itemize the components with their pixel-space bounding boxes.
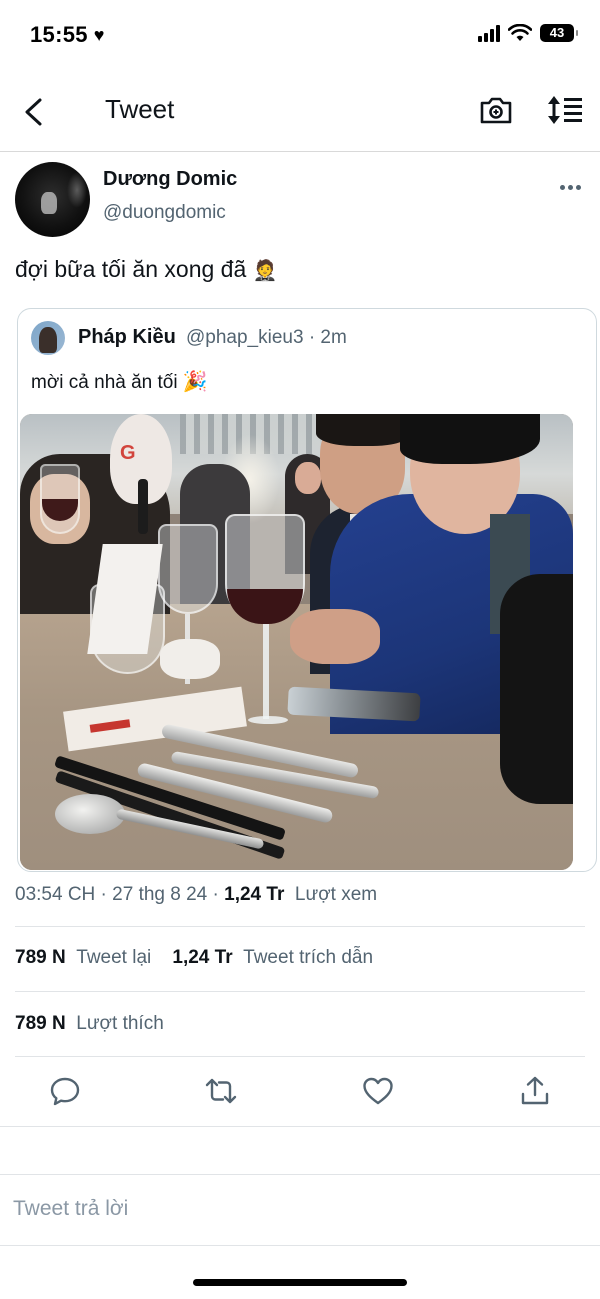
- tweet-timestamp: 03:54 CH · 27 thg 8 24 ·: [15, 884, 225, 905]
- quoted-tweet-photo[interactable]: G: [20, 414, 573, 870]
- page-title: Tweet: [105, 94, 175, 124]
- author-name[interactable]: Dương Domic: [103, 168, 237, 191]
- reply-input-placeholder[interactable]: Tweet trả lời: [13, 1197, 128, 1221]
- divider: [0, 1126, 600, 1127]
- tweet-text-emoji: 🤵: [252, 258, 278, 282]
- likes-count[interactable]: 789 N: [15, 1013, 66, 1034]
- tweet-meta: 03:54 CH · 27 thg 8 24 · 1,24 Tr Lượt xe…: [15, 884, 377, 906]
- back-arrow-icon[interactable]: [14, 92, 54, 132]
- quoted-author-name: Pháp Kiều: [78, 326, 176, 348]
- author-avatar[interactable]: [15, 162, 90, 237]
- top-navigation-bar: Tweet: [0, 72, 600, 152]
- divider: [15, 926, 585, 927]
- status-time-text: 15:55: [30, 22, 88, 47]
- tweet-text: đợi bữa tối ăn xong đã 🤵: [15, 256, 278, 283]
- photo-sign-letter: G: [120, 442, 136, 464]
- retweets-label[interactable]: Tweet lại: [76, 947, 151, 968]
- quoted-author-avatar: [31, 321, 65, 355]
- reply-composer[interactable]: Tweet trả lời: [0, 1174, 600, 1246]
- tweet-text-body: đợi bữa tối ăn xong đã: [15, 256, 247, 282]
- more-options-icon[interactable]: [556, 178, 584, 196]
- battery-icon: 43: [540, 24, 578, 42]
- quoted-author-handle: @phap_kieu3 · 2m: [186, 327, 347, 348]
- quoted-tweet-text-body: mời cả nhà ăn tối: [31, 372, 178, 393]
- retweet-icon[interactable]: [204, 1074, 238, 1108]
- likes-stats-row: 789 N Lượt thích: [15, 1013, 164, 1035]
- sort-replies-icon[interactable]: [544, 92, 584, 128]
- quotes-count[interactable]: 1,24 Tr: [172, 947, 232, 968]
- views-label[interactable]: Lượt xem: [295, 884, 377, 905]
- divider: [15, 991, 585, 992]
- retweets-count[interactable]: 789 N: [15, 947, 66, 968]
- quoted-tweet-emoji: 🎉: [182, 369, 208, 393]
- heart-status-icon: ♥: [93, 25, 105, 45]
- likes-label[interactable]: Lượt thích: [76, 1013, 164, 1034]
- quoted-tweet-card[interactable]: Pháp Kiều @phap_kieu3 · 2m mời cả nhà ăn…: [17, 308, 597, 872]
- home-indicator[interactable]: [193, 1279, 407, 1286]
- camera-icon[interactable]: [478, 92, 514, 128]
- battery-level: 43: [549, 25, 565, 40]
- wifi-icon: [508, 24, 532, 41]
- quoted-tweet-text: mời cả nhà ăn tối 🎉: [31, 369, 208, 394]
- reply-icon[interactable]: [48, 1074, 82, 1108]
- cellular-signal-icon: [478, 24, 500, 42]
- views-count[interactable]: 1,24 Tr: [224, 884, 284, 905]
- retweet-stats-row: 789 N Tweet lại 1,24 Tr Tweet trích dẫn: [15, 947, 373, 969]
- divider: [15, 1056, 585, 1057]
- quotes-label[interactable]: Tweet trích dẫn: [243, 947, 373, 968]
- status-indicators: 43: [478, 24, 578, 42]
- author-handle[interactable]: @duongdomic: [103, 202, 226, 224]
- share-icon[interactable]: [518, 1074, 552, 1108]
- status-bar: 15:55 ♥ 43: [0, 0, 600, 72]
- heart-icon[interactable]: [361, 1074, 395, 1108]
- status-time: 15:55 ♥: [30, 22, 105, 48]
